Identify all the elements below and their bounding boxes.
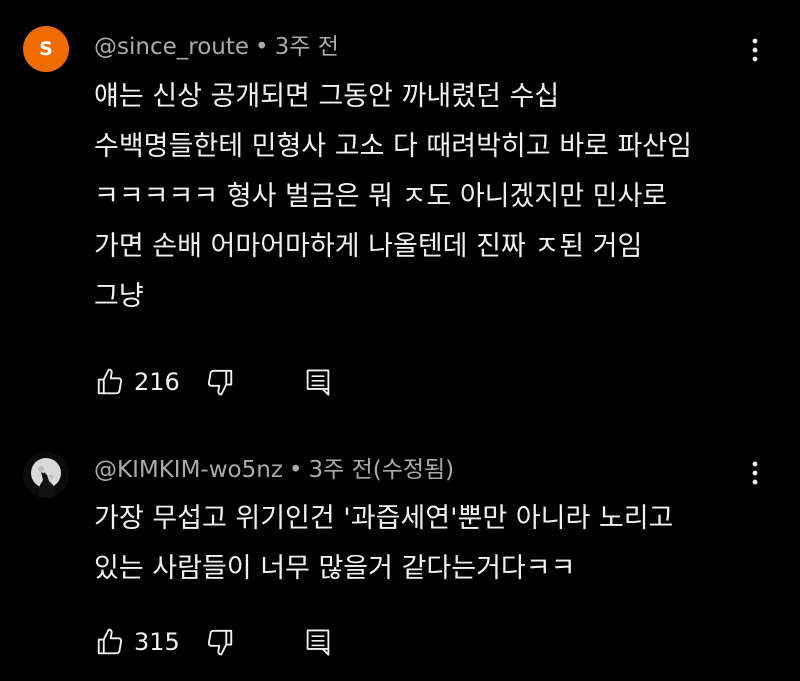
more-options-button[interactable] xyxy=(740,453,770,493)
comment-time[interactable]: 3주 전 xyxy=(275,34,339,60)
like-button[interactable] xyxy=(94,366,126,398)
comment-time[interactable]: 3주 전(수정됨) xyxy=(308,457,454,483)
avatar[interactable]: S xyxy=(23,26,69,72)
reply-comment-icon xyxy=(306,369,330,396)
reply-button[interactable] xyxy=(302,626,334,658)
comment-text: 가장 무섭고 위기인건 '과즙세연'뿐만 아니라 노리고 있는 사람들이 너무 … xyxy=(94,494,673,594)
reply-comment-icon xyxy=(306,629,330,656)
comment-meta: @since_route • 3주 전 xyxy=(94,33,339,61)
comment-actions: 216 xyxy=(94,364,334,400)
like-count: 216 xyxy=(134,368,180,396)
separator-dot: • xyxy=(288,457,303,483)
wolf-moon-icon xyxy=(23,452,69,498)
like-count: 315 xyxy=(134,628,180,656)
comment-meta: @KIMKIM-wo5nz • 3주 전(수정됨) xyxy=(94,456,454,484)
dislike-button[interactable] xyxy=(204,626,236,658)
separator-dot: • xyxy=(255,34,269,60)
thumbs-down-icon xyxy=(207,369,233,396)
comment-line: 그냥 xyxy=(94,281,144,312)
comment-line: 가장 무섭고 위기인건 '과즙세연'뿐만 아니라 노리고 xyxy=(94,503,674,534)
author-name[interactable]: @KIMKIM-wo5nz xyxy=(94,457,283,483)
reply-button[interactable] xyxy=(302,366,334,398)
comment-actions: 315 xyxy=(94,624,334,660)
avatar-letter: S xyxy=(39,38,53,60)
comment-text: 얘는 신상 공개되면 그동안 까내렸던 수십 수백명들한테 민형사 고소 다 때… xyxy=(94,72,692,322)
comment-line: 있는 사람들이 너무 많을거 같다는거다ㅋㅋ xyxy=(94,553,576,584)
thumbs-down-icon xyxy=(207,629,233,656)
more-options-button[interactable] xyxy=(740,30,770,70)
comment-line: 가면 손배 어마어마하게 나올텐데 진짜 ㅈ된 거임 xyxy=(94,231,643,262)
more-vert-icon xyxy=(752,461,758,485)
like-button[interactable] xyxy=(94,626,126,658)
comment-line: 얘는 신상 공개되면 그동안 까내렸던 수십 xyxy=(94,81,560,112)
author-name[interactable]: @since_route xyxy=(94,34,249,60)
avatar[interactable] xyxy=(23,452,69,498)
thumbs-up-icon xyxy=(97,628,123,655)
thumbs-up-icon xyxy=(97,368,123,395)
comment-line: ㅋㅋㅋㅋㅋ 형사 벌금은 뭐 ㅈ도 아니겠지만 민사로 xyxy=(94,181,668,212)
dislike-button[interactable] xyxy=(204,366,236,398)
more-vert-icon xyxy=(752,38,758,62)
comment-line: 수백명들한테 민형사 고소 다 때려박히고 바로 파산임 xyxy=(94,131,692,162)
